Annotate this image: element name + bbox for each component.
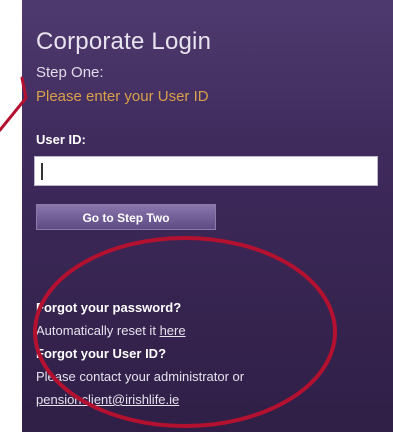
userid-input[interactable] [34,156,378,186]
userid-label: User ID: [36,132,86,147]
text-cursor [41,163,43,180]
annotation-arrow-icon [0,76,28,132]
go-to-step-two-button[interactable]: Go to Step Two [36,204,216,230]
highlight-ellipse-icon [33,236,337,428]
instruction-text: Please enter your User ID [36,88,209,105]
step-label: Step One: [36,64,104,81]
page-title: Corporate Login [36,28,212,55]
